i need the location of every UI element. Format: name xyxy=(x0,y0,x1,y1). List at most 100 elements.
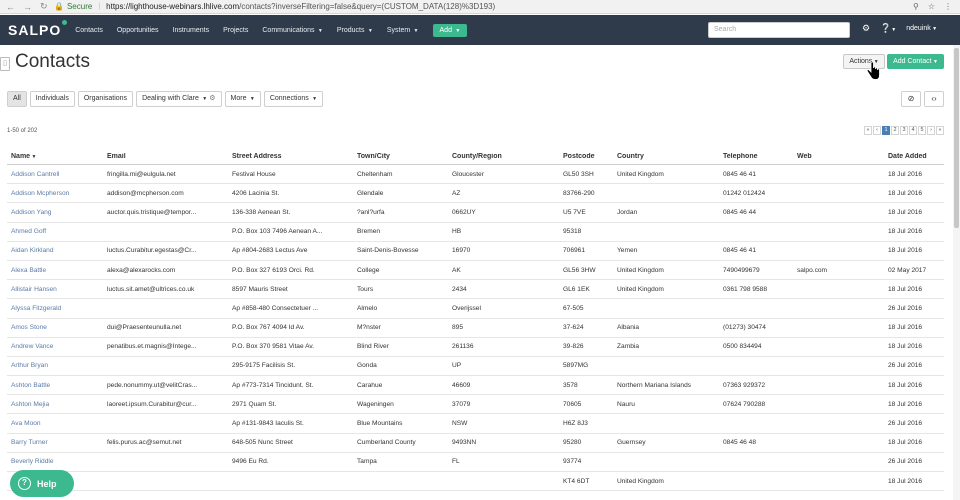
nav-contacts[interactable]: Contacts xyxy=(75,27,103,34)
next-page-button[interactable]: › xyxy=(927,126,935,135)
table-row[interactable]: Ashton Mejia laoreet.ipsum.Curabitur@cur.… xyxy=(7,395,944,415)
clear-filter-button[interactable]: ⊘ xyxy=(901,91,921,107)
cell-date-added: 26 Jul 2016 xyxy=(888,304,923,312)
reload-icon[interactable]: ↻ xyxy=(40,1,48,12)
scrollbar-thumb[interactable] xyxy=(954,48,959,228)
cell-name[interactable]: Ashton Battle xyxy=(11,382,103,389)
cell-town: Cheltenham xyxy=(357,170,393,178)
forward-icon[interactable]: → xyxy=(23,2,32,12)
search-input[interactable]: Search xyxy=(708,22,850,38)
cell-street: Festival House xyxy=(232,170,276,178)
table-row[interactable]: Addison Mcpherson addison@mcpherson.com 42… xyxy=(7,184,944,204)
col-web[interactable]: Web xyxy=(797,153,883,160)
nav-products[interactable]: Products ▼ xyxy=(337,27,373,34)
bookmark-star-icon[interactable]: ☆ xyxy=(928,2,935,11)
cell-telephone: 0845 46 41 xyxy=(723,247,757,255)
table-row[interactable]: Andrew Vance penatibus.et.magnis@Intege..… xyxy=(7,338,944,357)
table-row[interactable]: Ashton Battle pede.nonummy.ut@velitCras..… xyxy=(7,376,944,396)
gear-icon[interactable]: ⚙ xyxy=(209,95,215,102)
cell-postcode: GL6 1EK xyxy=(563,285,590,293)
url-field[interactable]: https://lighthouse-webinars.lhlive.com/c… xyxy=(106,2,913,11)
cell-name[interactable]: Addison Yang xyxy=(11,209,103,216)
cell-telephone: 01242 012424 xyxy=(723,189,766,197)
nav-instruments[interactable]: Instruments xyxy=(173,27,210,34)
nav-opportunities[interactable]: Opportunities xyxy=(117,27,159,34)
col-name[interactable]: Name ▼ xyxy=(11,153,103,160)
table-row[interactable]: Addison Yang auctor.quis.tristique@tempor… xyxy=(7,203,944,223)
gear-icon[interactable]: ⚙ xyxy=(862,23,870,34)
col-postcode[interactable]: Postcode xyxy=(563,153,615,160)
back-icon[interactable]: ← xyxy=(6,2,15,12)
nav-system[interactable]: System ▼ xyxy=(387,27,419,34)
page-4-button[interactable]: 4 xyxy=(909,126,917,135)
col-date-added[interactable]: Date Added xyxy=(888,153,944,160)
col-email[interactable]: Email xyxy=(107,153,229,160)
filter-connections[interactable]: Connections ▼ xyxy=(263,91,324,107)
menu-dots-icon[interactable]: ⋮ xyxy=(944,2,952,11)
filter-dealing-with[interactable]: Dealing with Clare ▼ ⚙ xyxy=(136,91,222,107)
cell-name[interactable]: Alyssa Fitzgerald xyxy=(11,305,103,312)
cell-name[interactable]: Andrew Vance xyxy=(11,343,103,350)
cell-email: dui@Praesenteunulla.net xyxy=(107,324,182,332)
last-page-button[interactable]: » xyxy=(936,126,944,135)
col-telephone[interactable]: Telephone xyxy=(723,153,795,160)
cell-name[interactable]: Barry Turner xyxy=(11,439,103,446)
cell-name[interactable]: Ashton Mejia xyxy=(11,401,103,408)
page-2-button[interactable]: 2 xyxy=(891,126,899,135)
table-row[interactable]: Alexa Battle alexa@alexarocks.com P.O. Box… xyxy=(7,261,944,281)
table-row[interactable]: Alyssa Fitzgerald Ap #858-480 Consectetue… xyxy=(7,299,944,319)
app-logo[interactable]: SALPO xyxy=(8,20,68,38)
filter-all[interactable]: All xyxy=(7,91,27,107)
cell-name[interactable]: Arthur Bryan xyxy=(11,362,103,369)
nav-communications[interactable]: Communications ▼ xyxy=(262,27,322,34)
cell-name[interactable]: Ava Moon xyxy=(11,420,103,427)
table-row[interactable]: Beverly Riddle 9496 Eu Rd. Tampa FL 93774 26 … xyxy=(7,453,944,472)
cell-name[interactable]: Allistair Hansen xyxy=(11,286,103,293)
page-1-button[interactable]: 1 xyxy=(882,126,890,135)
page-3-button[interactable]: 3 xyxy=(900,126,908,135)
help-circle-icon[interactable]: ❔▼ xyxy=(880,23,896,34)
cell-name[interactable]: Ahmed Goff xyxy=(11,228,103,235)
cell-name[interactable]: Addison Mcpherson xyxy=(11,190,103,197)
table-row[interactable]: Ahmed Goff P.O. Box 103 7496 Aenean A... B… xyxy=(7,223,944,242)
filter-organisations[interactable]: Organisations xyxy=(77,91,134,107)
caret-down-icon: ▼ xyxy=(453,27,461,34)
nav-add-button[interactable]: Add ▼ xyxy=(432,23,468,37)
filter-individuals[interactable]: Individuals xyxy=(29,91,75,107)
page-5-button[interactable]: 5 xyxy=(918,126,926,135)
cell-date-added: 18 Jul 2016 xyxy=(888,170,923,178)
prev-page-button[interactable]: ‹ xyxy=(873,126,881,135)
table-row[interactable]: Amos Stone dui@Praesenteunulla.net P.O. Bo… xyxy=(7,319,944,338)
user-menu[interactable]: ndeuink ▼ xyxy=(906,25,937,32)
dealing-with-value: Clare xyxy=(182,95,199,102)
col-county[interactable]: County/Region xyxy=(452,153,560,160)
table-row[interactable]: Arthur Bryan 295-9175 Facilisis St. Gonda U… xyxy=(7,357,944,377)
cell-web[interactable]: salpo.com xyxy=(797,267,883,274)
cell-name[interactable]: Addison Cantrell xyxy=(11,171,103,178)
filter-more[interactable]: More ▼ xyxy=(224,91,261,107)
table-row[interactable]: Ava Moon Ap #131-9843 Iaculis St. Blue Mou… xyxy=(7,414,944,434)
add-contact-button[interactable]: Add Contact ▼ xyxy=(887,54,944,69)
bookmark-icon[interactable]: ▯ xyxy=(0,57,10,71)
cell-town: College xyxy=(357,266,380,274)
help-button[interactable]: ? Help xyxy=(10,470,74,497)
table-row[interactable]: Barry Turner felis.purus.ac@semut.net 648-… xyxy=(7,434,944,453)
cell-name[interactable]: Aidan Kirkland xyxy=(11,247,103,254)
cell-name[interactable]: Beverly Riddle xyxy=(11,458,103,465)
cell-town: Almelo xyxy=(357,304,378,312)
col-country[interactable]: Country xyxy=(617,153,721,160)
table-row[interactable]: Allistair Hansen luctus.sit.amet@ultrices… xyxy=(7,280,944,300)
code-view-button[interactable]: ‹› xyxy=(924,91,944,107)
zoom-icon[interactable]: ⚲ xyxy=(913,2,919,11)
cell-postcode: 95318 xyxy=(563,228,582,236)
col-street[interactable]: Street Address xyxy=(232,153,354,160)
first-page-button[interactable]: « xyxy=(864,126,872,135)
cell-name[interactable]: Alexa Battle xyxy=(11,267,103,274)
table-row[interactable]: Aidan Kirkland luctus.Curabitur.egestas@C… xyxy=(7,242,944,261)
nav-projects[interactable]: Projects xyxy=(223,27,248,34)
cell-postcode: 67-505 xyxy=(563,304,584,312)
table-row[interactable]: Addison Cantrell fringilla.mi@eulgula.net… xyxy=(7,165,944,185)
table-row[interactable]: KT4 6DT United Kingdom 18 Jul 2016 xyxy=(7,472,944,492)
cell-name[interactable]: Amos Stone xyxy=(11,324,103,331)
col-town[interactable]: Town/City xyxy=(357,153,449,160)
